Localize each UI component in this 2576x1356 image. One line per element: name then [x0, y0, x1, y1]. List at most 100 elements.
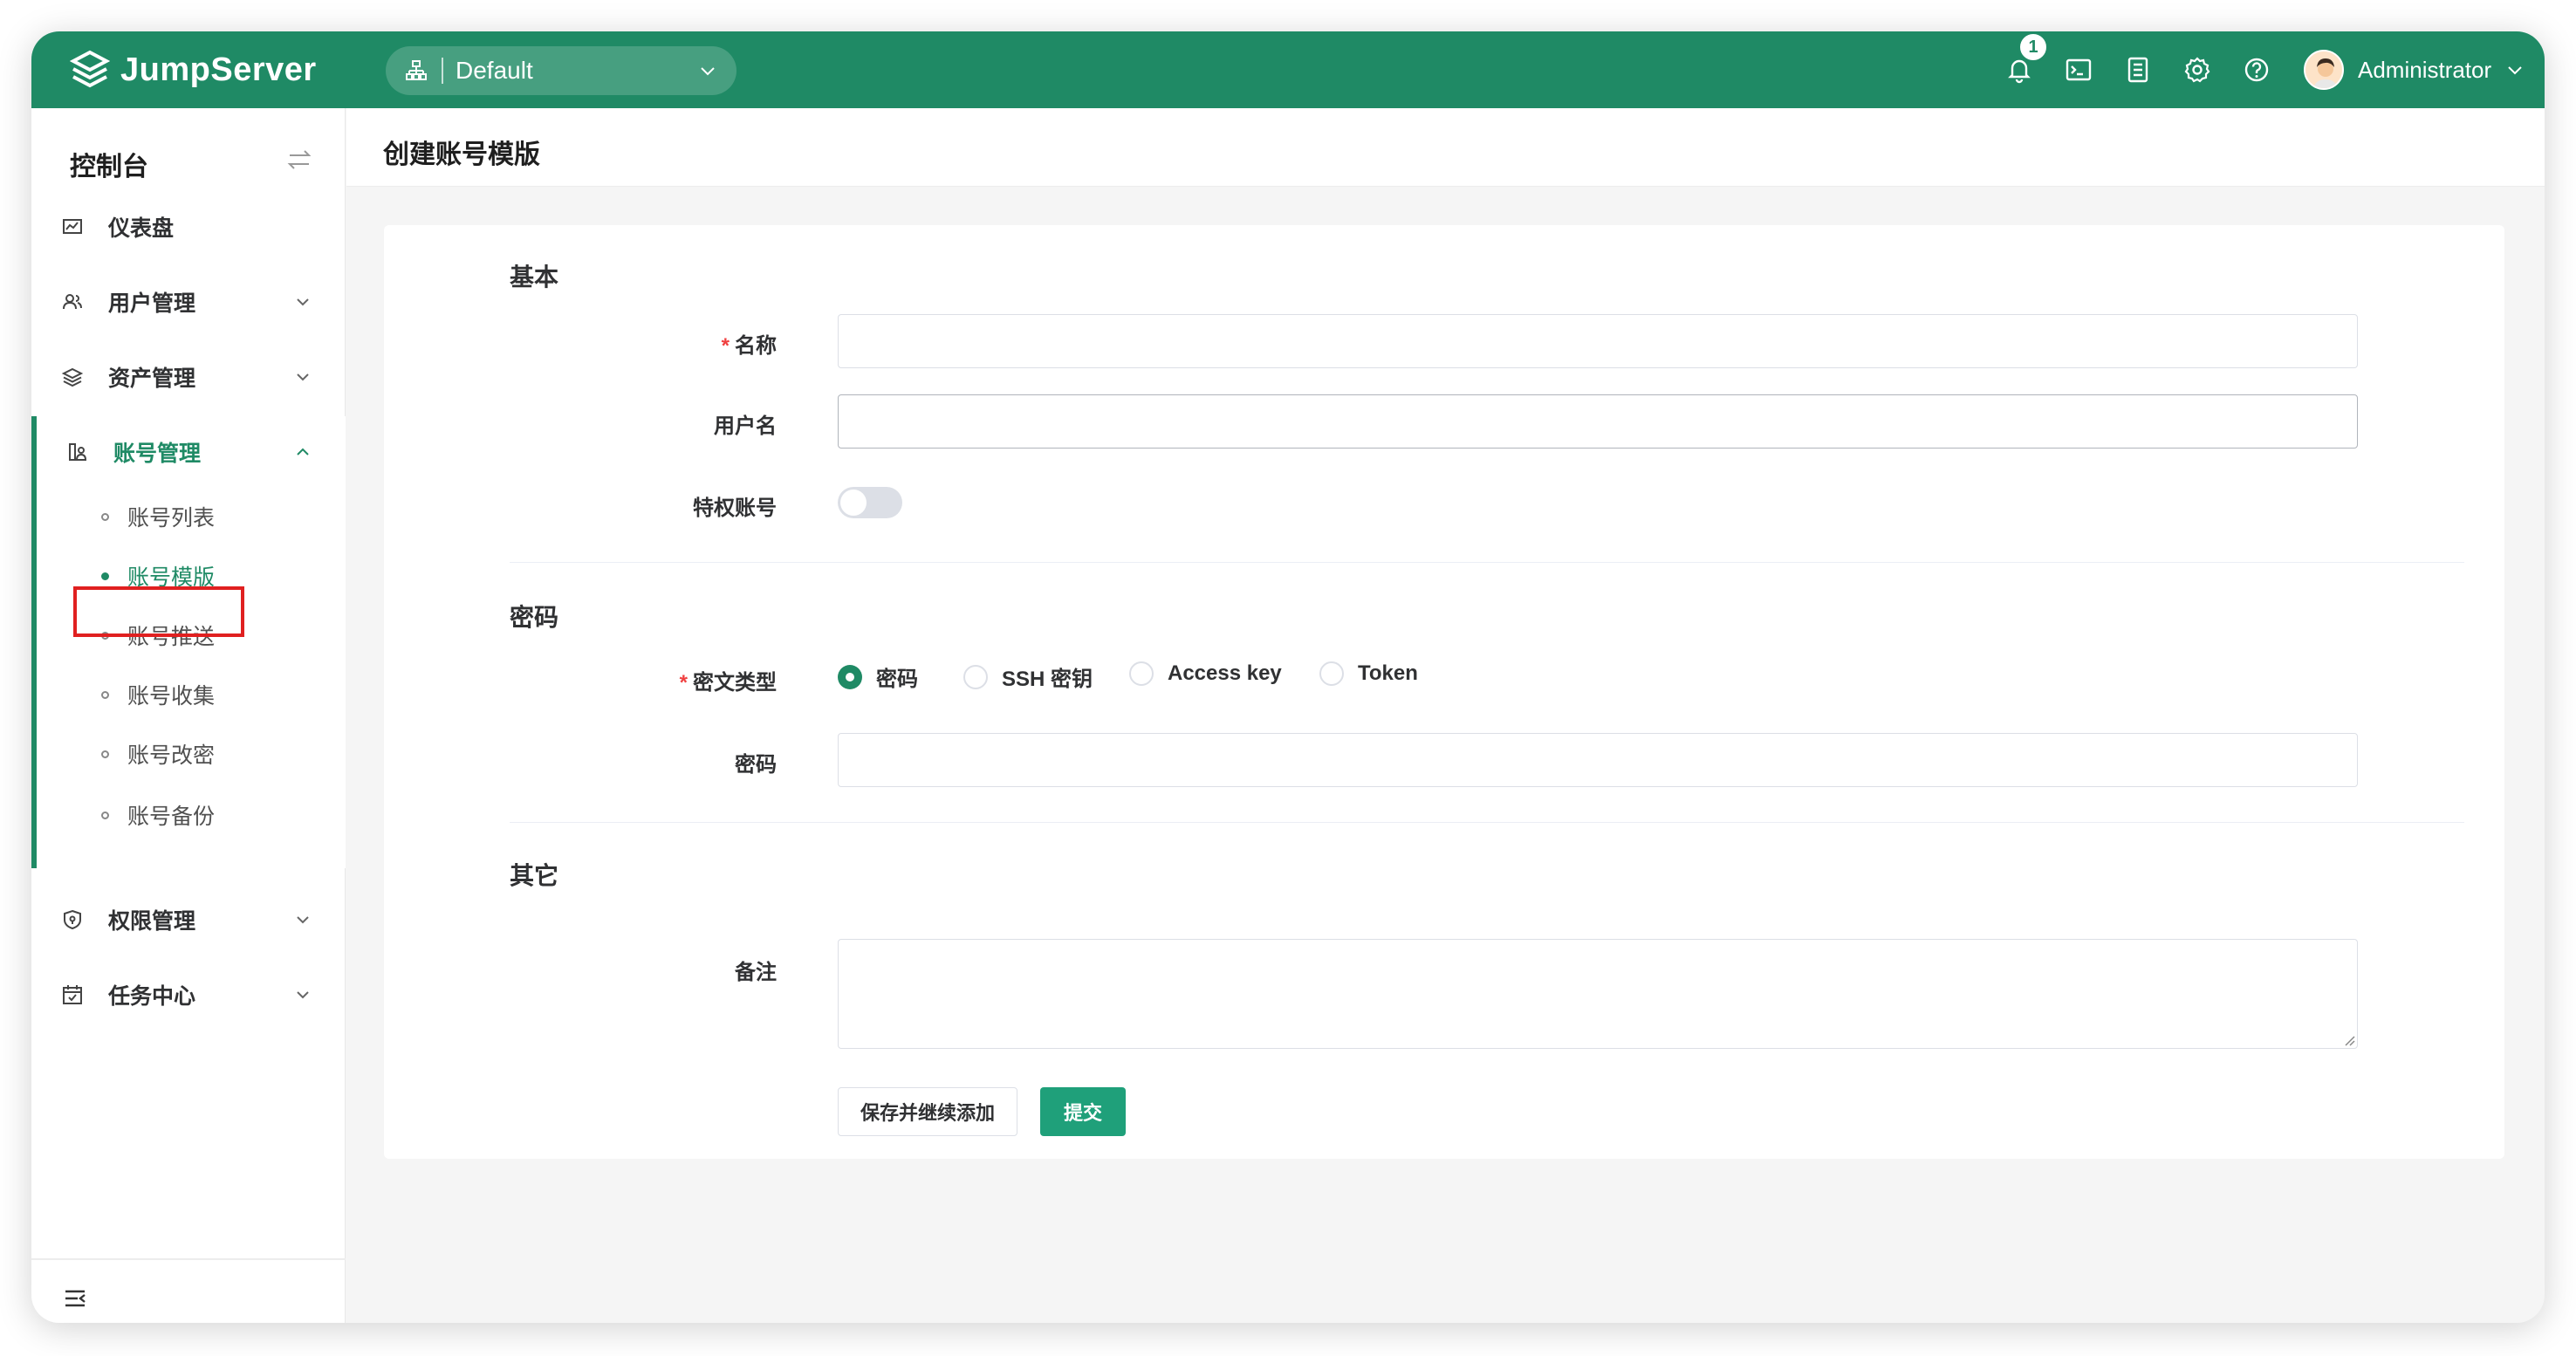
secret-type-label-text: 密文类型: [693, 671, 777, 695]
comment-label: 备注: [735, 961, 777, 984]
secret-type-label: * 密文类型: [515, 665, 777, 695]
avatar: [2304, 50, 2344, 90]
sidebar: 控制台 仪表盘 用户管理 资产管理 账号管理 账号列表 账号模版 账号推送 账号…: [31, 108, 346, 1323]
radio-circle: [963, 664, 988, 689]
sidebar-subitem-account-backup[interactable]: 账号备份: [31, 789, 346, 841]
gear-icon[interactable]: [2183, 56, 2211, 84]
chevron-down-icon: [297, 916, 309, 924]
form-card: 基本 * 名称 用户名 特权账号 密码 * 密文类型 密码 SSH 密钥 Acces…: [384, 225, 2504, 1159]
save-and-continue-button[interactable]: 保存并继续添加: [838, 1087, 1017, 1136]
top-bar: JumpServer Default 1 Administrator: [31, 31, 2545, 108]
account-icon: [69, 443, 87, 461]
comment-textarea[interactable]: [838, 939, 2358, 1049]
sidebar-subitem-label: 账号列表: [127, 506, 216, 531]
org-separator: [442, 58, 443, 84]
chevron-down-icon: [701, 67, 715, 76]
sidebar-item-label: 资产管理: [108, 366, 196, 391]
bullet-icon: [101, 512, 109, 521]
section-title-secret: 密码: [510, 604, 559, 631]
org-label: Default: [456, 57, 533, 84]
sidebar-divider: [31, 1258, 346, 1260]
avatar-icon: [2305, 51, 2342, 88]
secret-label: 密码: [735, 753, 777, 777]
resize-handle-icon[interactable]: [2341, 1032, 2355, 1046]
radio-secret-type-password[interactable]: 密码: [838, 661, 918, 692]
sidebar-item-label: 用户管理: [108, 291, 196, 316]
radio-label: Access key: [1168, 661, 1282, 685]
calendar-icon: [63, 985, 82, 1004]
users-icon: [63, 294, 82, 310]
name-label: * 名称: [515, 328, 777, 359]
org-tree-icon: [406, 60, 427, 80]
section-divider: [510, 822, 2464, 823]
user-menu[interactable]: Administrator: [2304, 49, 2525, 91]
section-title-other: 其它: [510, 862, 559, 889]
radio-label: 密码: [876, 668, 918, 691]
jumpserver-logo-icon: [70, 50, 110, 88]
switch-knob: [840, 490, 867, 516]
page-header: 创建账号模版: [346, 108, 2545, 187]
required-mark: *: [679, 671, 688, 695]
sidebar-subitem-label: 账号收集: [127, 684, 216, 709]
username-label: 用户名: [714, 414, 777, 438]
help-icon[interactable]: [2243, 56, 2271, 84]
chevron-down-icon: [297, 298, 309, 306]
username-input[interactable]: [838, 394, 2358, 449]
sidebar-subitem-label: 账号改密: [127, 743, 216, 768]
layers-icon: [61, 367, 84, 387]
chevron-down-icon: [2508, 66, 2522, 75]
radio-secret-type-access-key[interactable]: Access key: [1129, 661, 1282, 686]
privileged-switch[interactable]: [838, 487, 902, 518]
sidebar-subitem-label: 账号备份: [127, 805, 216, 829]
list-icon[interactable]: [2124, 56, 2152, 84]
sidebar-subitem-account-change-secret[interactable]: 账号改密: [31, 728, 346, 780]
swap-icon[interactable]: [286, 147, 312, 173]
required-mark: *: [721, 334, 730, 358]
secret-input[interactable]: [838, 733, 2358, 787]
sidebar-item-tasks[interactable]: 任务中心: [31, 969, 346, 1021]
sidebar-item-permissions[interactable]: 权限管理: [31, 894, 346, 946]
radio-secret-type-token[interactable]: Token: [1319, 661, 1418, 686]
sidebar-item-assets[interactable]: 资产管理: [31, 351, 346, 403]
sidebar-item-label: 任务中心: [108, 984, 196, 1009]
brand-logo[interactable]: JumpServer: [70, 31, 317, 108]
sidebar-item-label: 仪表盘: [108, 216, 175, 241]
chevron-up-icon: [297, 448, 309, 455]
dashboard-icon: [63, 219, 82, 234]
section-divider: [510, 562, 2464, 563]
brand-name: JumpServer: [120, 51, 317, 88]
sidebar-item-label: 权限管理: [108, 909, 196, 934]
sidebar-subitem-account-list[interactable]: 账号列表: [31, 490, 346, 543]
submit-button[interactable]: 提交: [1040, 1087, 1126, 1136]
sidebar-item-accounts[interactable]: 账号管理: [31, 426, 346, 478]
sidebar-title: 控制台: [70, 153, 148, 181]
radio-label: Token: [1358, 661, 1418, 685]
name-input[interactable]: [838, 314, 2358, 368]
radio-circle: [838, 664, 862, 689]
sidebar-item-users[interactable]: 用户管理: [31, 276, 346, 328]
sidebar-item-dashboard[interactable]: 仪表盘: [31, 201, 346, 253]
page-title: 创建账号模版: [383, 140, 540, 169]
bullet-icon: [101, 690, 109, 699]
app-window: JumpServer Default 1 Administrator 控制台 仪…: [31, 31, 2545, 1323]
sidebar-item-label: 账号管理: [113, 442, 202, 466]
bullet-icon: [101, 811, 109, 819]
bullet-icon: [101, 572, 109, 580]
privileged-label: 特权账号: [693, 497, 777, 520]
radio-circle: [1319, 661, 1344, 686]
collapse-menu-icon[interactable]: [63, 1286, 87, 1311]
highlight-annotation: [73, 586, 244, 637]
shield-icon: [64, 909, 81, 930]
chevron-down-icon: [297, 991, 309, 999]
terminal-icon[interactable]: [2065, 56, 2093, 84]
org-selector[interactable]: Default: [386, 46, 736, 95]
section-title-basic: 基本: [510, 264, 559, 291]
sidebar-subitem-account-gather[interactable]: 账号收集: [31, 668, 346, 721]
user-name: Administrator: [2358, 56, 2492, 83]
chevron-down-icon: [297, 373, 309, 381]
radio-label: SSH 密钥: [1002, 668, 1093, 691]
name-label-text: 名称: [735, 334, 777, 358]
notification-badge: 1: [2018, 31, 2049, 63]
radio-circle: [1129, 661, 1154, 686]
radio-secret-type-ssh-key[interactable]: SSH 密钥: [963, 661, 1093, 692]
